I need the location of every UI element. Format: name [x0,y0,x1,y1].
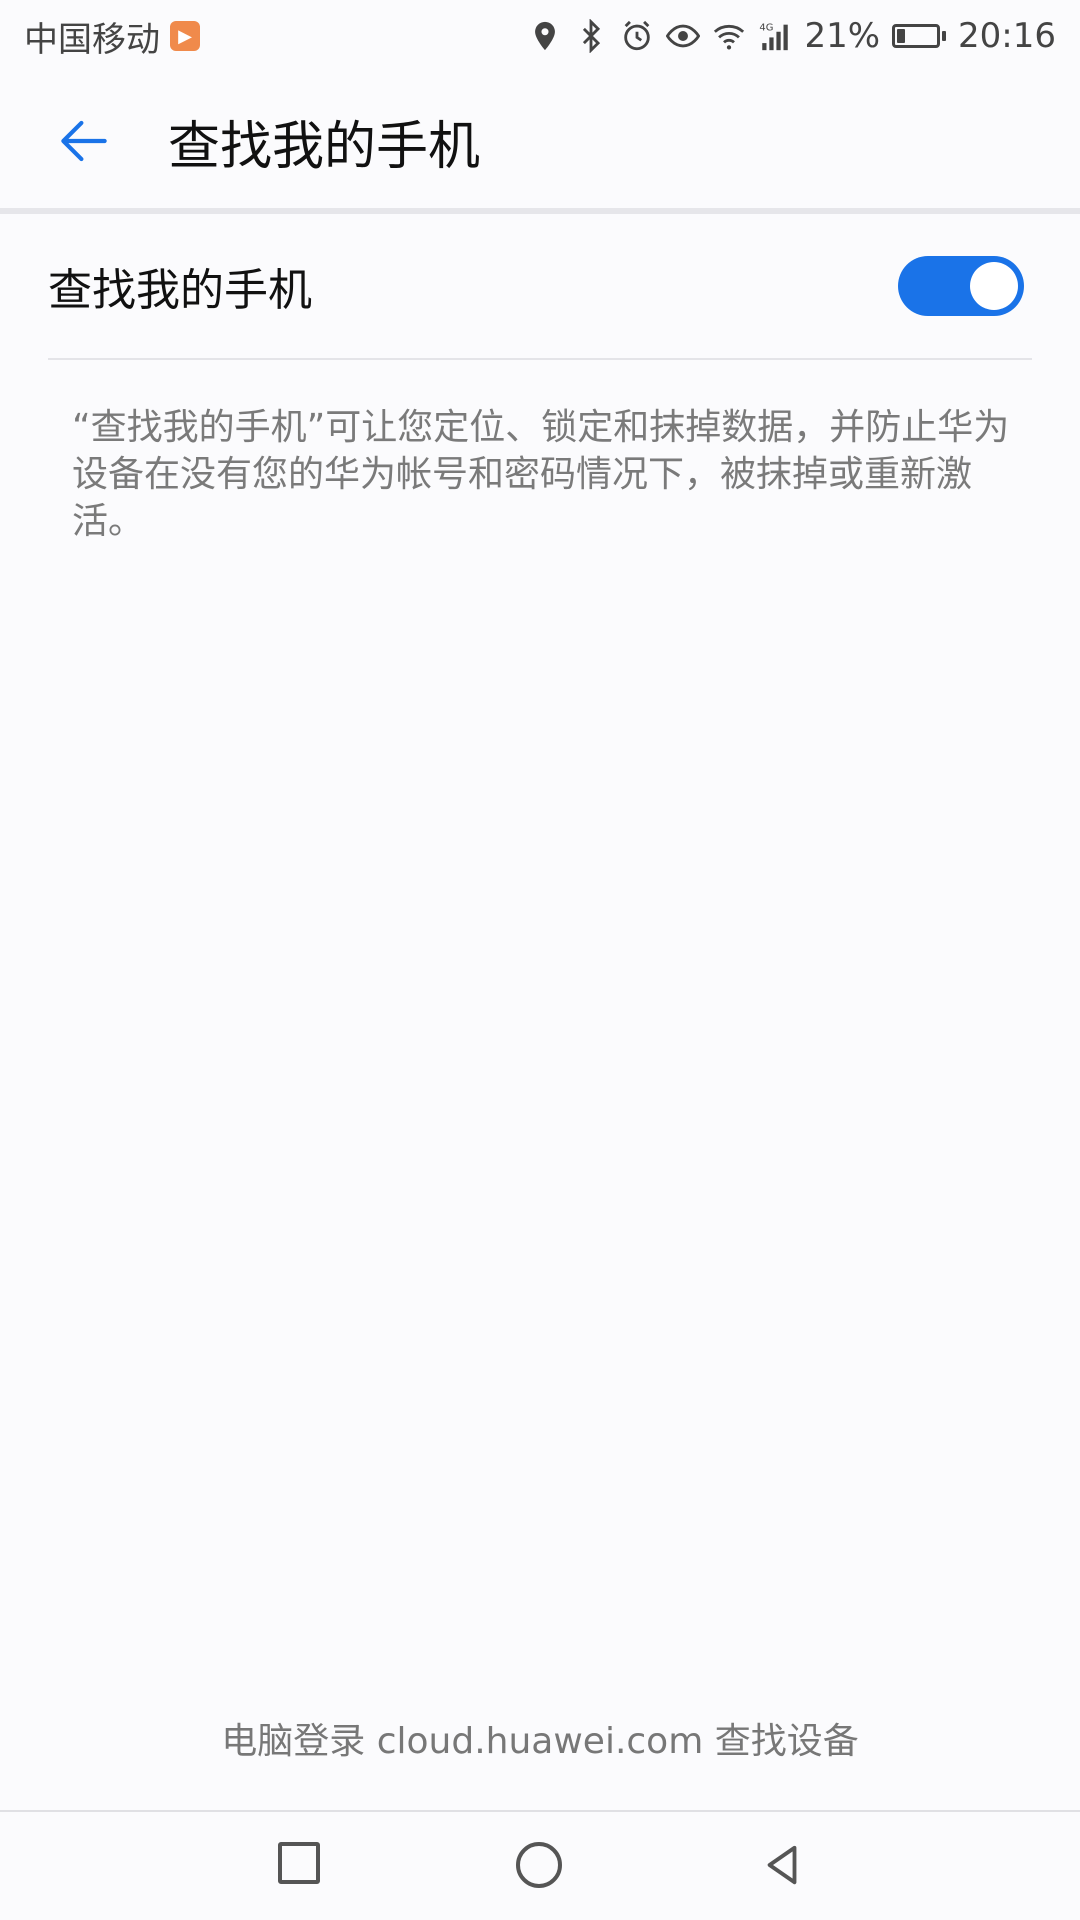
media-notification-icon: ▶ [170,21,200,51]
network-type-label: 4G [760,22,774,33]
back-button[interactable] [48,105,120,177]
app-bar: 查找我的手机 [0,72,1080,210]
find-my-phone-toggle[interactable] [898,256,1024,316]
battery-fill [897,29,906,43]
battery-icon [892,24,947,48]
signal-icon: 4G [758,19,792,53]
carrier-name: 中国移动 [24,19,160,60]
find-my-phone-setting-row[interactable]: 查找我的手机 [48,214,1032,360]
status-left: 中国移动 ▶ [24,12,200,61]
arrow-left-icon [61,120,107,162]
screen: 中国移动 ▶ 4G 21% 20:16 查找我的手机 查找我的手机 “查找我的手… [0,0,1080,1920]
battery-tip [942,31,947,41]
web-login-hint: 电脑登录 cloud.huawei.com 查找设备 [221,1721,859,1762]
nav-back-button[interactable] [760,1842,806,1888]
wifi-icon [712,19,746,53]
home-button[interactable] [516,1842,562,1888]
battery-percent: 21% [804,16,881,56]
location-icon [528,19,562,53]
setting-label: 查找我的手机 [48,265,312,316]
battery-body [892,24,941,48]
toggle-knob [970,262,1018,310]
navigation-bar [0,1812,1080,1920]
status-bar: 中国移动 ▶ 4G 21% 20:16 [0,0,1080,72]
setting-description: “查找我的手机”可让您定位、锁定和抹掉数据，并防止华为设备在没有您的华为帐号和密… [72,407,1010,542]
page-title: 查找我的手机 [168,116,481,177]
status-right: 4G 21% 20:16 [528,16,1056,56]
alarm-icon [620,19,654,53]
triangle-back-icon [767,1845,797,1885]
clock: 20:16 [958,16,1056,56]
eye-icon [666,19,701,53]
recent-apps-button[interactable] [278,1842,320,1884]
bluetooth-icon [574,19,608,53]
